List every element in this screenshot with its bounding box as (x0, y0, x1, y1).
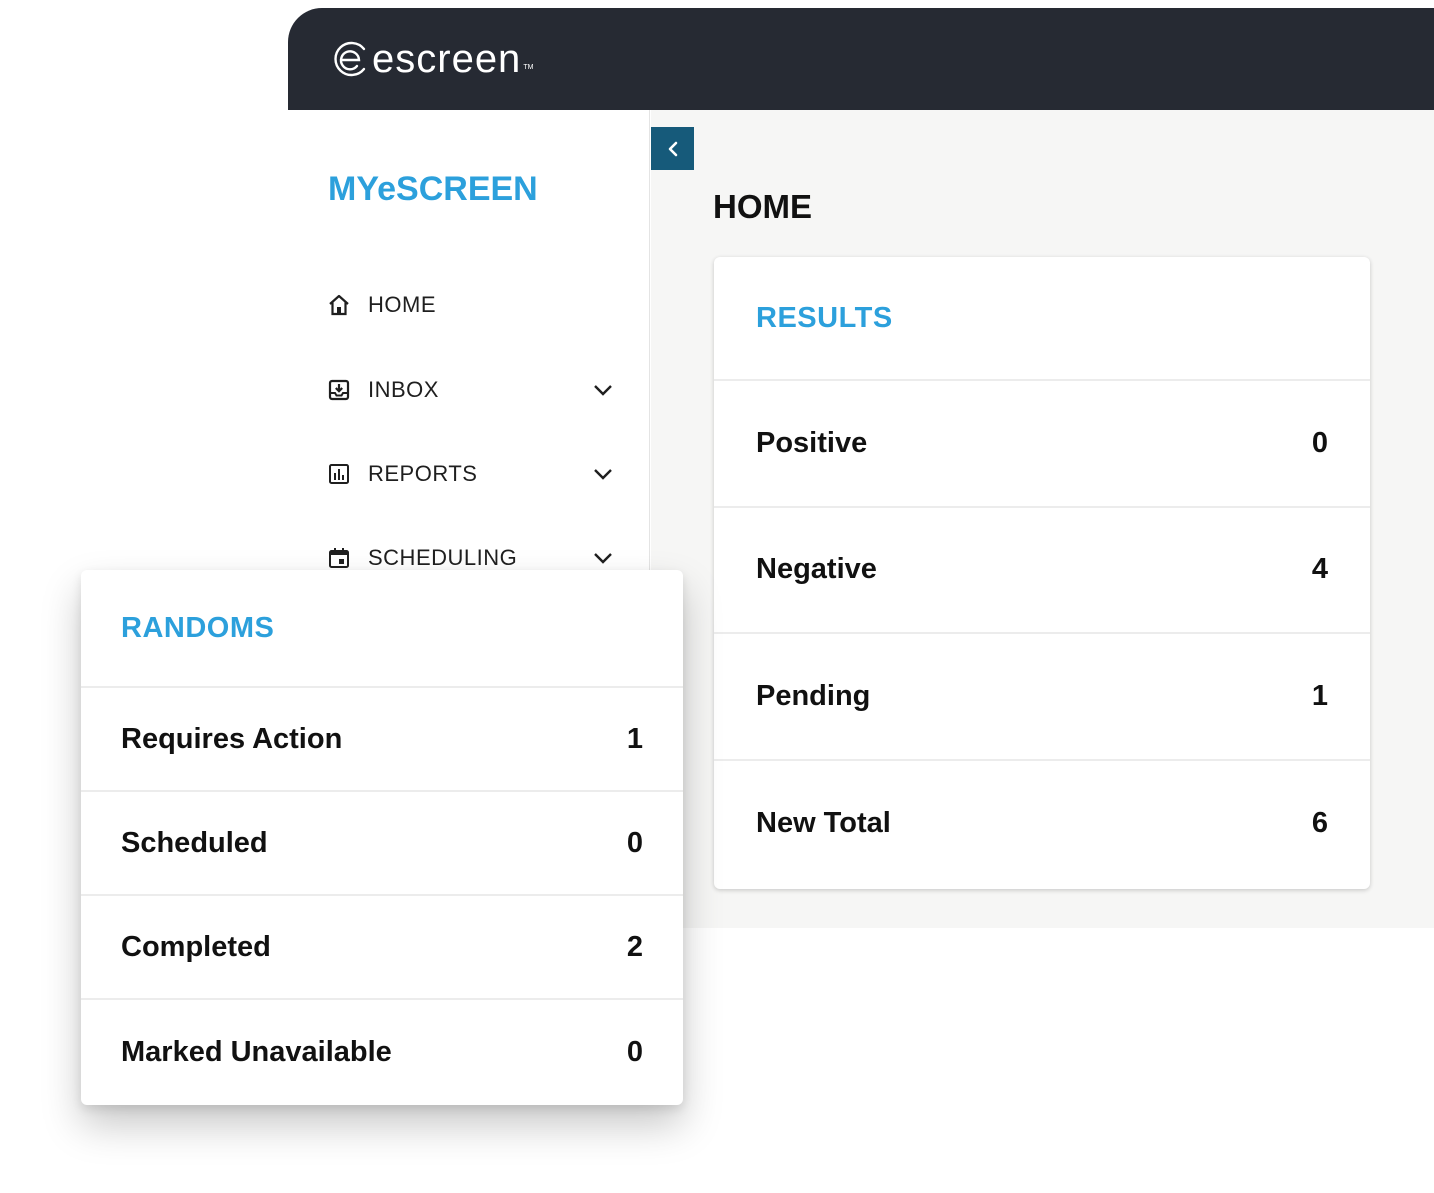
sidebar-item-label: INBOX (368, 377, 439, 402)
row-count: 0 (1311, 426, 1328, 459)
sidebar-item-label: HOME (368, 292, 436, 317)
sidebar-item-inbox[interactable]: INBOX (326, 370, 616, 410)
row-count: 6 (1311, 807, 1328, 840)
chevron-down-icon[interactable] (590, 461, 616, 487)
row-label: Pending (756, 679, 871, 712)
sidebar-item-label: SCHEDULING (368, 545, 518, 570)
randoms-card: RANDOMS Requires Action 1 Scheduled 0 Co… (81, 570, 683, 1105)
row-label: New Total (756, 807, 891, 840)
calendar-icon (326, 545, 352, 571)
row-count: 1 (1311, 679, 1328, 712)
inbox-icon (326, 377, 352, 403)
row-label: Requires Action (121, 722, 343, 755)
randoms-row-completed[interactable]: Completed 2 (81, 896, 683, 1000)
card-header: RANDOMS (81, 570, 683, 688)
row-count: 4 (1311, 553, 1328, 586)
sidebar-item-reports[interactable]: REPORTS (326, 454, 616, 494)
app-header: escreen TM (288, 8, 1434, 110)
results-row-positive[interactable]: Positive 0 (714, 381, 1370, 508)
row-label: Marked Unavailable (121, 1035, 392, 1068)
results-card: RESULTS Positive 0 Negative 4 Pending 1 … (714, 257, 1370, 889)
escreen-logo[interactable]: escreen TM (330, 39, 533, 79)
card-header: RESULTS (714, 257, 1370, 381)
chevron-down-icon[interactable] (590, 377, 616, 403)
page-title: HOME (713, 188, 812, 225)
results-title: RESULTS (756, 301, 893, 334)
randoms-row-requires-action[interactable]: Requires Action 1 (81, 688, 683, 792)
randoms-row-marked-unavailable[interactable]: Marked Unavailable 0 (81, 1000, 683, 1104)
randoms-row-scheduled[interactable]: Scheduled 0 (81, 792, 683, 896)
row-label: Completed (121, 930, 271, 963)
bar-chart-icon (326, 461, 352, 487)
sidebar-item-home[interactable]: HOME (326, 285, 616, 325)
row-label: Scheduled (121, 826, 268, 859)
logo-trademark: TM (523, 64, 534, 71)
row-label: Negative (756, 553, 877, 586)
results-row-negative[interactable]: Negative 4 (714, 508, 1370, 634)
logo-text: escreen (372, 37, 522, 81)
chevron-left-icon (668, 141, 677, 156)
page: escreen TM MYeSCREEN HOME INBOX REPORTS … (0, 0, 1434, 1193)
randoms-title: RANDOMS (121, 611, 275, 644)
home-icon (326, 292, 352, 318)
escreen-logo-mark-icon (334, 41, 366, 77)
row-count: 2 (626, 930, 643, 963)
row-count: 0 (626, 1035, 643, 1068)
row-count: 1 (626, 722, 643, 755)
row-label: Positive (756, 426, 868, 459)
sidebar-brand: MYeSCREEN (328, 170, 538, 208)
collapse-sidebar-button[interactable] (651, 127, 694, 170)
chevron-down-icon[interactable] (590, 545, 616, 571)
results-row-new-total[interactable]: New Total 6 (714, 761, 1370, 888)
row-count: 0 (626, 826, 643, 859)
results-row-pending[interactable]: Pending 1 (714, 634, 1370, 761)
sidebar-item-label: REPORTS (368, 461, 478, 486)
